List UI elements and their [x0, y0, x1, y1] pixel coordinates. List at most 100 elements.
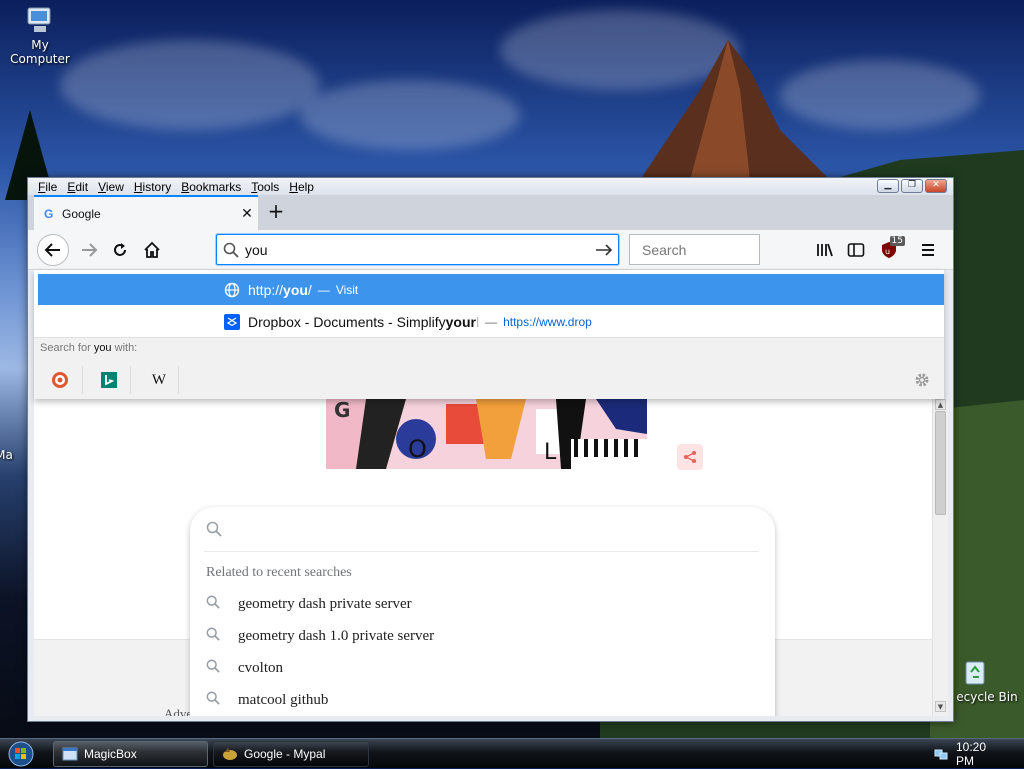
- search-input[interactable]: [636, 240, 825, 259]
- maximize-button[interactable]: ❐: [901, 179, 923, 193]
- menu-button[interactable]: [914, 234, 942, 266]
- library-icon: [817, 243, 833, 257]
- back-button[interactable]: [37, 234, 69, 266]
- visit-action-label: Visit: [335, 282, 359, 297]
- page-content: G O L Adve ttings Related to recent sear…: [34, 399, 932, 716]
- tab-close-button[interactable]: ✕: [236, 206, 258, 222]
- sidebar-button[interactable]: [842, 234, 870, 266]
- forward-button[interactable]: [73, 234, 105, 266]
- url-bar[interactable]: [216, 234, 619, 265]
- engine-divider: [130, 366, 131, 394]
- library-button[interactable]: [811, 234, 839, 266]
- search-for-suffix: with:: [111, 342, 138, 354]
- duckduckgo-engine-button[interactable]: [48, 368, 72, 392]
- dropbox-title: Dropbox - Documents - Simplify: [248, 313, 446, 330]
- tab-google[interactable]: G Google ✕: [34, 195, 258, 230]
- menu-bookmarks[interactable]: Bookmarks: [179, 180, 243, 194]
- start-button[interactable]: [4, 739, 38, 769]
- suggestion-item[interactable]: geometry dash 1.0 private server: [206, 622, 434, 650]
- suggestion-text: matcool github: [238, 691, 329, 708]
- go-button[interactable]: [590, 243, 618, 257]
- search-for-prefix: Search for: [40, 342, 94, 354]
- engine-divider: [178, 366, 179, 394]
- suggestion-item[interactable]: geometry dash private server: [206, 590, 412, 618]
- menu-tools[interactable]: Tools: [249, 180, 281, 194]
- tab-strip: G Google ✕ +: [28, 195, 953, 230]
- clock[interactable]: 10:20 PM: [956, 740, 1006, 768]
- search-icon: [206, 691, 238, 710]
- autocomplete-row-visit[interactable]: http://you / — Visit: [38, 274, 944, 305]
- navigation-toolbar: u 15: [28, 230, 953, 270]
- svg-text:G: G: [334, 399, 350, 422]
- suggestions-heading: Related to recent searches: [206, 565, 352, 580]
- svg-text:u: u: [885, 247, 890, 256]
- suggestion-text: cvolton: [238, 659, 283, 676]
- back-arrow-icon: [44, 243, 60, 257]
- scroll-thumb[interactable]: [935, 411, 946, 515]
- google-doodle-image[interactable]: G O L: [326, 399, 647, 469]
- dropbox-favicon-icon: [224, 313, 248, 330]
- reload-button[interactable]: [104, 234, 136, 266]
- minimize-button[interactable]: ▁: [877, 179, 899, 193]
- home-icon: [144, 241, 160, 258]
- scroll-down-arrow-icon[interactable]: ▼: [935, 701, 946, 712]
- suggestion-item[interactable]: matcool github: [206, 686, 328, 714]
- page-scrollbar[interactable]: ▲ ▼: [932, 399, 948, 716]
- menu-history[interactable]: History: [132, 180, 173, 194]
- search-icon: [206, 595, 238, 614]
- desktop-icon-label: Ma: [0, 448, 13, 462]
- engine-divider: [82, 366, 83, 394]
- separator: —: [317, 282, 330, 297]
- search-icon: [206, 627, 238, 646]
- ublock-count-badge: 15: [889, 236, 905, 246]
- desktop-icon-recycle-bin[interactable]: ecycle Bin: [950, 656, 1024, 704]
- ublock-button[interactable]: u 15: [875, 234, 905, 266]
- url-autocomplete-dropdown: http://you / — Visit Dropbox - Documents …: [34, 270, 944, 399]
- google-favicon-icon: G: [44, 206, 54, 221]
- menu-view[interactable]: View: [96, 180, 126, 194]
- share-button[interactable]: [677, 444, 703, 470]
- suggestion-text: geometry dash private server: [238, 595, 412, 612]
- taskbar-button-mypal[interactable]: Google - Mypal: [213, 741, 369, 767]
- menu-file[interactable]: File: [36, 180, 59, 194]
- dropbox-title-rest: l: [475, 313, 480, 330]
- desktop-icon-label: ecycle Bin: [956, 690, 1018, 704]
- taskbar: MagicBox Google - Mypal 10:20 PM: [0, 738, 1024, 768]
- close-window-button[interactable]: ✕: [925, 179, 947, 193]
- desktop-icon-my-computer[interactable]: My Computer: [0, 4, 80, 66]
- suggestion-item[interactable]: cvolton: [206, 654, 283, 682]
- search-for-term: you: [93, 342, 112, 354]
- go-arrow-icon: [596, 243, 613, 256]
- menu-bar: File Edit View History Bookmarks Tools H…: [28, 178, 953, 195]
- bing-engine-button[interactable]: [97, 368, 121, 392]
- menu-help[interactable]: Help: [287, 180, 316, 194]
- footer-advertising-link[interactable]: Adve: [164, 706, 192, 716]
- menu-edit[interactable]: Edit: [65, 180, 90, 194]
- search-icon: [223, 242, 239, 258]
- window-controls: ▁ ❐ ✕: [877, 179, 947, 193]
- visit-url-prefix: http://: [248, 281, 284, 298]
- url-input[interactable]: [239, 240, 590, 259]
- divider: [204, 551, 759, 552]
- svg-text:O: O: [408, 435, 427, 463]
- home-button[interactable]: [136, 234, 168, 266]
- computer-icon: [27, 7, 51, 32]
- forward-arrow-icon: [82, 243, 98, 257]
- search-bar[interactable]: [629, 234, 825, 265]
- new-tab-button[interactable]: +: [264, 199, 288, 225]
- search-settings-button[interactable]: [910, 368, 934, 392]
- share-icon: [684, 451, 696, 463]
- hamburger-menu-icon: [922, 244, 934, 256]
- autocomplete-row-dropbox[interactable]: Dropbox - Documents - Simplify your l — …: [38, 306, 944, 337]
- wikipedia-engine-button[interactable]: W: [147, 368, 171, 392]
- scroll-up-arrow-icon[interactable]: ▲: [935, 399, 946, 410]
- search-icon: [206, 659, 238, 678]
- taskbar-button-magicbox[interactable]: MagicBox: [53, 741, 208, 767]
- globe-icon: [224, 282, 248, 298]
- dropbox-url: https://www.drop: [503, 314, 592, 329]
- system-tray: 10:20 PM: [934, 739, 1024, 769]
- bing-icon: [101, 372, 117, 388]
- network-icon[interactable]: [934, 747, 948, 761]
- svg-text:L: L: [544, 440, 557, 465]
- search-icon: [206, 521, 222, 537]
